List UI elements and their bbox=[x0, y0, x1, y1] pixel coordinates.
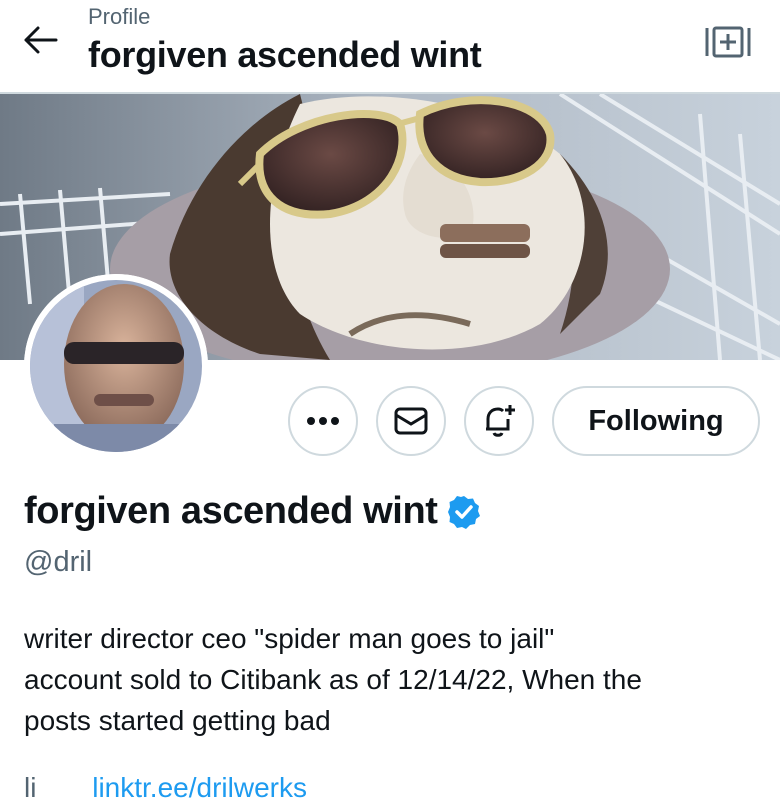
envelope-icon bbox=[394, 407, 428, 435]
bio-line: writer director ceo "spider man goes to … bbox=[24, 623, 555, 654]
more-options-button[interactable] bbox=[288, 386, 358, 456]
profile-handle: @dril bbox=[24, 546, 93, 578]
verified-badge-icon[interactable] bbox=[446, 494, 482, 530]
bell-plus-icon bbox=[486, 405, 515, 437]
add-to-list-icon[interactable] bbox=[704, 24, 752, 60]
profile-link-row: li linktr.ee/drilwerks bbox=[24, 772, 307, 804]
profile-name: forgiven ascended wint bbox=[24, 490, 438, 532]
bio-line: posts started getting bad bbox=[24, 705, 331, 736]
avatar[interactable] bbox=[24, 274, 208, 458]
following-button[interactable]: Following bbox=[552, 386, 760, 456]
message-button[interactable] bbox=[376, 386, 446, 456]
more-icon bbox=[307, 417, 339, 425]
profile-header: Profile forgiven ascended wint bbox=[0, 0, 780, 92]
bio-line: account sold to Citibank as of 12/14/22,… bbox=[24, 664, 642, 695]
profile-name-row: forgiven ascended wint bbox=[24, 490, 482, 533]
header-title: forgiven ascended wint bbox=[88, 34, 482, 75]
profile-bio: writer director ceo "spider man goes to … bbox=[24, 618, 764, 741]
notifications-button[interactable] bbox=[464, 386, 534, 456]
back-arrow-icon[interactable] bbox=[22, 24, 58, 56]
header-crumb: Profile bbox=[88, 4, 151, 29]
